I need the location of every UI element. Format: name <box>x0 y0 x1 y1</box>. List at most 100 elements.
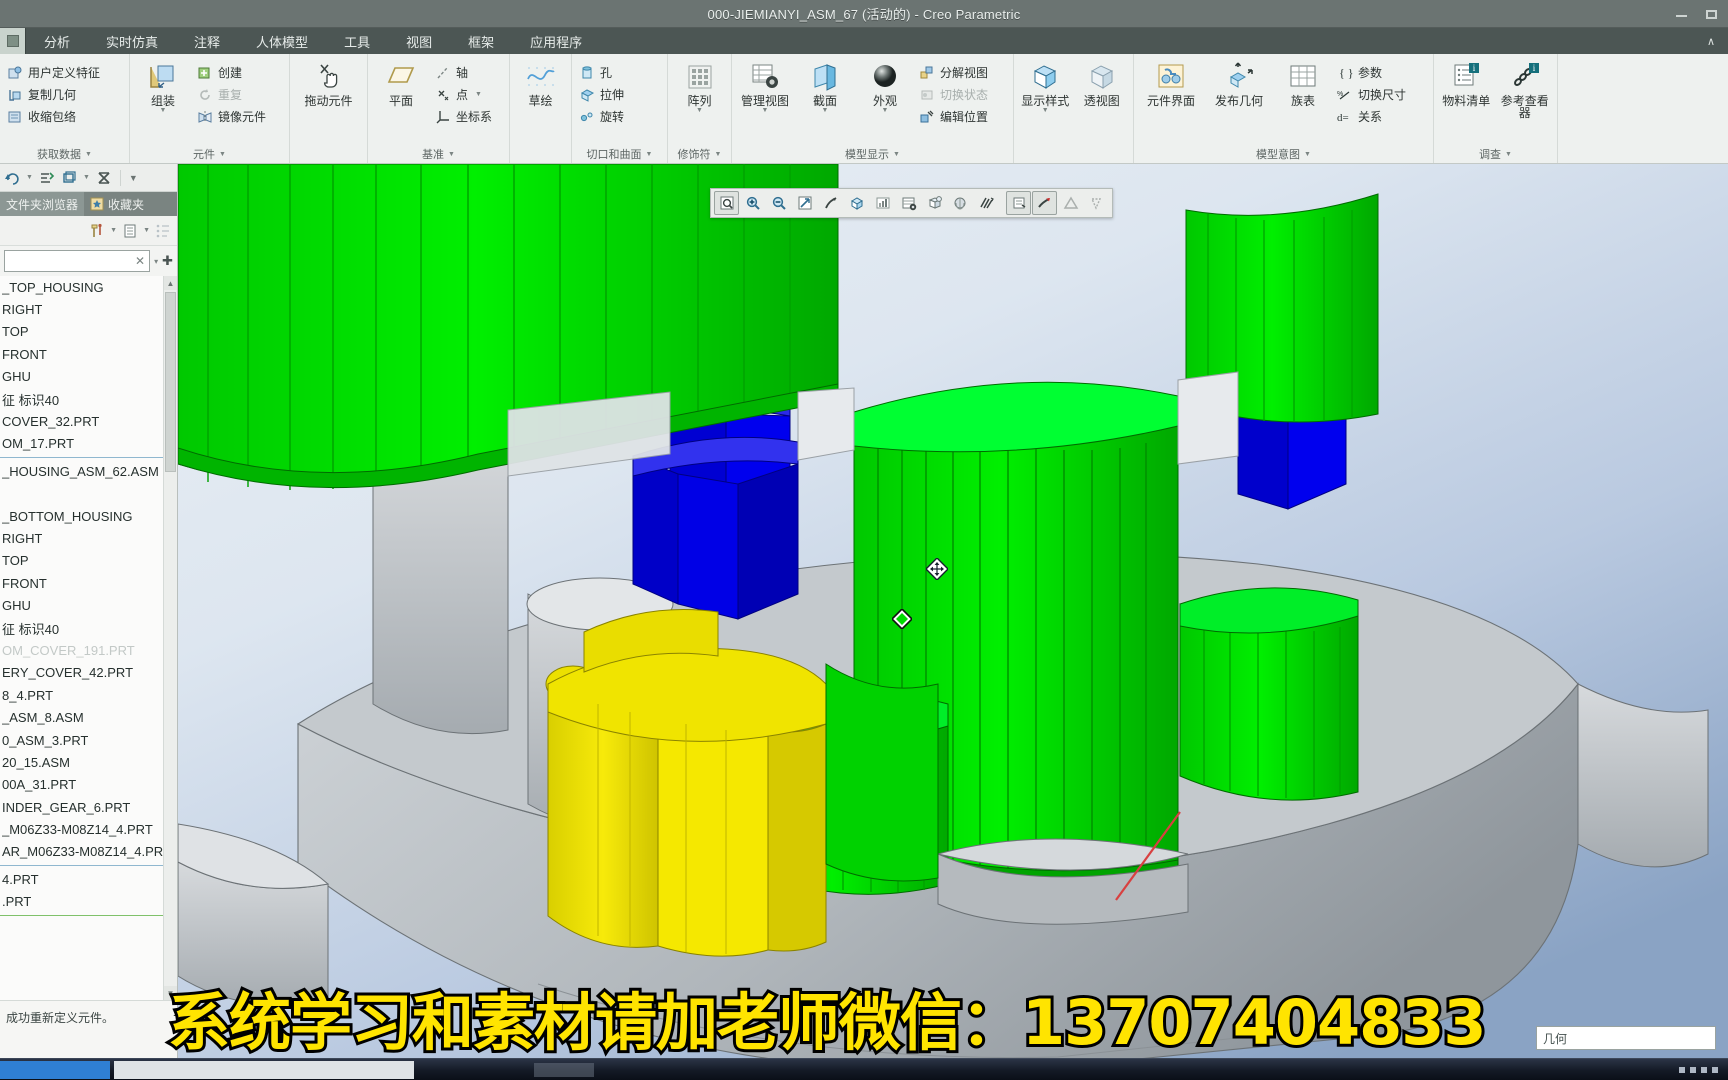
taskbar-item-active[interactable] <box>0 1060 110 1079</box>
chevron-down-icon[interactable]: ▼ <box>696 107 703 115</box>
nav-tab-favorites[interactable]: 收藏夹 <box>84 192 150 216</box>
tree-item[interactable]: INDER_GEAR_6.PRT <box>0 796 163 818</box>
scroll-up-arrow[interactable]: ▲ <box>164 276 177 290</box>
tree-item[interactable]: RIGHT <box>0 298 163 320</box>
button-assemble[interactable]: 组装 ▼ <box>135 59 191 115</box>
tree-item[interactable]: GHU <box>0 594 163 616</box>
tab-tools[interactable]: 工具 <box>326 28 388 54</box>
chevron-down-icon[interactable]: ▼ <box>26 174 33 181</box>
tree-item[interactable]: 0_ASM_3.PRT <box>0 729 163 751</box>
tree-item[interactable]: 8_4.PRT <box>0 684 163 706</box>
graphics-viewport[interactable] <box>178 164 1728 1058</box>
saved-views-icon[interactable] <box>896 191 921 215</box>
perspective-icon[interactable] <box>974 191 999 215</box>
tree-item[interactable] <box>0 483 163 505</box>
taskbar-item-2[interactable] <box>534 1062 594 1077</box>
minimize-button[interactable] <box>1674 7 1690 21</box>
tray-icon[interactable] <box>1712 1066 1718 1073</box>
button-publish-geometry[interactable]: 发布几何 <box>1207 59 1271 107</box>
button-pattern[interactable]: 阵列 ▼ <box>673 59 726 115</box>
view-manager-icon[interactable] <box>922 191 947 215</box>
appearance-gallery-icon[interactable] <box>948 191 973 215</box>
clear-icon[interactable]: ✕ <box>135 254 145 268</box>
button-extrude[interactable]: 拉伸 <box>577 85 628 104</box>
button-perspective-view[interactable]: 透视图 <box>1076 59 1129 107</box>
button-datum-axis[interactable]: 轴 <box>433 63 496 82</box>
ribbon-group-label[interactable]: 修饰符 ▼ <box>673 145 726 163</box>
nav-tab-folder-browser[interactable]: 文件夹浏览器 <box>0 192 85 216</box>
button-manage-views[interactable]: 管理视图 ▼ <box>737 59 793 115</box>
tray-icon[interactable] <box>1690 1066 1696 1073</box>
scroll-thumb[interactable] <box>165 292 176 472</box>
chevron-down-icon[interactable]: ▼ <box>160 107 167 115</box>
button-bill-of-materials[interactable]: i 物料清单 <box>1439 59 1494 107</box>
button-create[interactable]: 创建 <box>195 63 270 82</box>
annotation-display-icon[interactable] <box>870 191 895 215</box>
tab-human-model[interactable]: 人体模型 <box>238 28 326 54</box>
tab-view[interactable]: 视图 <box>388 28 450 54</box>
zoom-to-fit-icon[interactable] <box>714 191 739 215</box>
button-display-style[interactable]: 显示样式 ▼ <box>1019 59 1072 115</box>
button-component-interface[interactable]: 元件界面 <box>1139 59 1203 107</box>
tree-item[interactable]: _HOUSING_ASM_62.ASM <box>0 460 163 482</box>
button-family-table[interactable]: 族表 <box>1275 59 1331 107</box>
collapse-ribbon-button[interactable]: ∧ <box>1694 28 1728 54</box>
tree-item[interactable]: TOP <box>0 321 163 343</box>
chevron-down-icon[interactable]: ▼ <box>1042 107 1049 115</box>
button-datum-plane[interactable]: 平面 <box>373 59 429 107</box>
tree-item[interactable]: _TOP_HOUSING <box>0 276 163 298</box>
tree-item[interactable]: 00A_31.PRT <box>0 774 163 796</box>
refit-icon[interactable] <box>792 191 817 215</box>
button-user-defined-feature[interactable]: 用户定义特征 <box>5 63 104 82</box>
tree-item[interactable]: FRONT <box>0 572 163 594</box>
four-way-move-icon[interactable] <box>925 557 949 581</box>
zoom-out-icon[interactable] <box>766 191 791 215</box>
search-input[interactable]: ✕ <box>4 250 151 272</box>
ribbon-group-label[interactable]: 基准 ▼ <box>373 145 504 163</box>
shaded-display-icon[interactable] <box>1058 191 1083 215</box>
add-icon[interactable]: ✚ <box>162 253 173 269</box>
chevron-down-icon[interactable]: ▼ <box>822 107 829 115</box>
tree-item[interactable]: 征 标识40 <box>0 388 163 410</box>
zoom-in-icon[interactable] <box>740 191 765 215</box>
button-explode-view[interactable]: 分解视图 <box>917 63 992 82</box>
tree-item[interactable]: 4.PRT <box>0 868 163 890</box>
tree-item[interactable]: 征 标识40 <box>0 617 163 639</box>
hidden-line-icon[interactable] <box>1084 191 1109 215</box>
tree-item[interactable]: OM_COVER_191.PRT <box>0 639 163 661</box>
tree-item[interactable]: OM_17.PRT <box>0 433 163 455</box>
ribbon-group-label[interactable]: 模型意图 ▼ <box>1139 145 1428 163</box>
layer-tree-icon[interactable] <box>1006 191 1031 215</box>
button-edit-position[interactable]: 编辑位置 <box>917 107 992 126</box>
restore-button[interactable] <box>1704 7 1720 21</box>
tree-item[interactable]: GHU <box>0 366 163 388</box>
tree-item[interactable]: AR_M06Z33-M08Z14_4.PRT <box>0 841 163 863</box>
button-reference-viewer[interactable]: i 参考查看器 <box>1498 59 1553 119</box>
settings-tools-icon[interactable] <box>89 223 105 239</box>
chevron-down-icon[interactable]: ▼ <box>475 91 482 98</box>
button-appearance[interactable]: 外观 ▼ <box>857 59 913 115</box>
model-tree[interactable]: _TOP_HOUSING RIGHT TOP FRONT GHU 征 标识40 COVER_… <box>0 276 177 1000</box>
button-copy-geometry[interactable]: 复制几何 <box>5 85 104 104</box>
tree-columns-icon[interactable] <box>122 223 138 239</box>
button-hole[interactable]: 孔 <box>577 63 628 82</box>
chevron-down-icon[interactable]: ▼ <box>143 227 150 234</box>
regenerate-icon[interactable] <box>39 170 55 186</box>
button-mirror-component[interactable]: 镜像元件 <box>195 107 270 126</box>
button-parameters[interactable]: { } 参数 <box>1335 63 1410 82</box>
ribbon-group-label[interactable]: 获取数据 ▼ <box>5 145 124 163</box>
ribbon-group-label[interactable]: 元件 ▼ <box>135 145 284 163</box>
ribbon-group-label[interactable]: 调查 ▼ <box>1439 145 1552 163</box>
button-datum-point[interactable]: 点 ▼ <box>433 85 496 104</box>
tree-item[interactable]: COVER_32.PRT <box>0 410 163 432</box>
taskbar-item[interactable] <box>114 1060 414 1079</box>
tree-item[interactable]: _ASM_8.ASM <box>0 706 163 728</box>
tree-item[interactable]: RIGHT <box>0 527 163 549</box>
datum-display-icon[interactable] <box>844 191 869 215</box>
chevron-down-icon[interactable]: ▼ <box>83 174 90 181</box>
tab-applications[interactable]: 应用程序 <box>512 28 600 54</box>
chevron-down-icon[interactable]: ▼ <box>110 227 117 234</box>
model-tree-scrollbar[interactable]: ▲ ▼ <box>163 276 177 1000</box>
tree-item[interactable]: _M06Z33-M08Z14_4.PRT <box>0 818 163 840</box>
drag-component-icon[interactable] <box>1032 191 1057 215</box>
